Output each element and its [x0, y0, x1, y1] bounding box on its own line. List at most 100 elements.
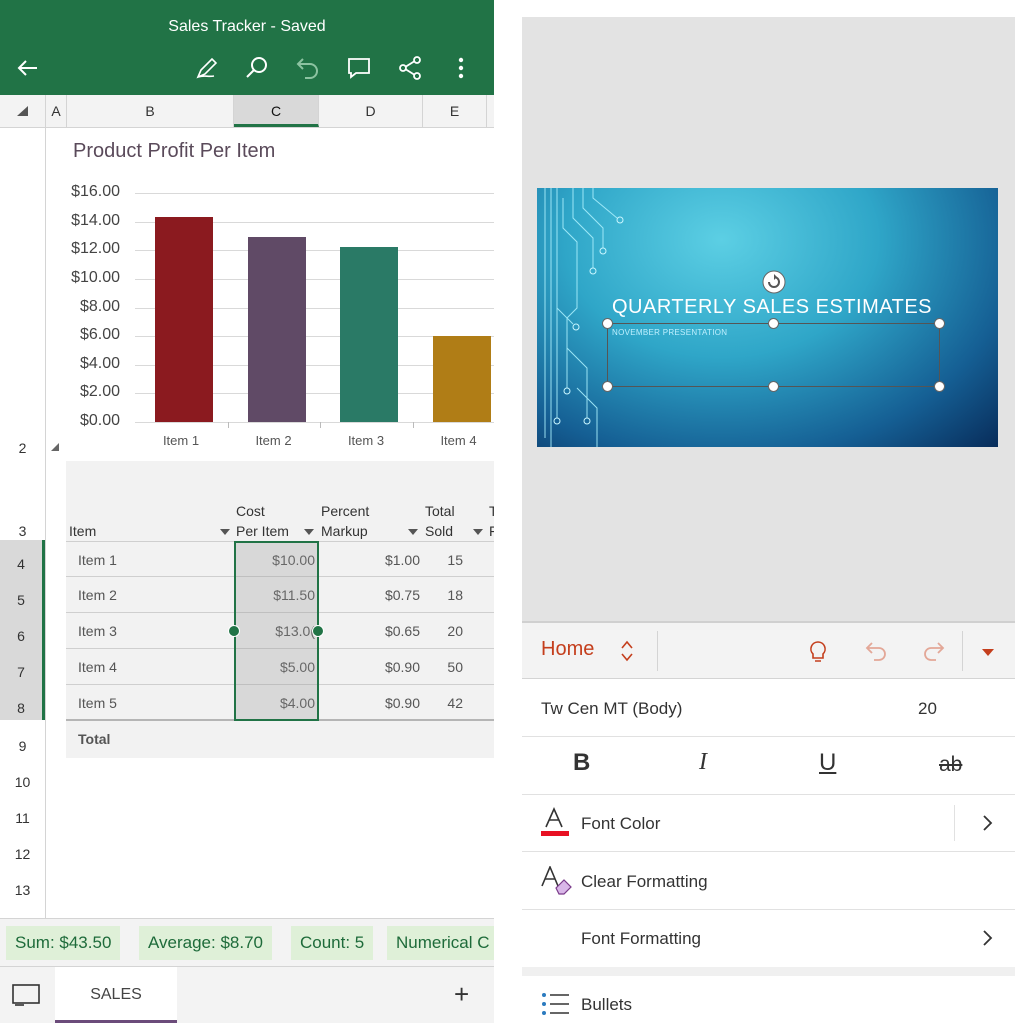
underline-button[interactable]: U: [819, 749, 836, 777]
select-all-corner[interactable]: [0, 95, 46, 127]
row-header-9[interactable]: 9: [0, 738, 45, 754]
cell-selection[interactable]: [234, 541, 319, 721]
status-sum[interactable]: Sum: $43.50: [6, 926, 121, 960]
resize-handle[interactable]: [768, 381, 779, 392]
cell-total-label: Total: [78, 731, 111, 747]
profit-chart[interactable]: Product Profit Per Item $16.00 $14.00 $12.…: [47, 129, 494, 461]
x-tick-label: Item 4: [440, 433, 477, 448]
search-icon[interactable]: [243, 54, 271, 82]
rotate-handle-icon[interactable]: [761, 269, 787, 295]
resize-handle[interactable]: [768, 318, 779, 329]
resize-handle[interactable]: [934, 381, 945, 392]
cell-markup: $0.90: [384, 695, 420, 711]
column-header-e[interactable]: E: [423, 95, 487, 127]
resize-handle[interactable]: [602, 381, 613, 392]
cell-sold: 15: [447, 552, 463, 568]
ribbon-tab-home[interactable]: Home: [541, 638, 594, 661]
powerpoint-pane: QUARTERLY SALES ESTIMATES NOVEMBER PRESE…: [522, 0, 1015, 1023]
chart-bar[interactable]: [432, 336, 491, 422]
bullets-row[interactable]: Bullets: [522, 976, 1015, 1023]
row-header-13[interactable]: 13: [0, 882, 45, 898]
ribbon-separator: [962, 631, 963, 671]
back-arrow-icon[interactable]: [14, 54, 42, 82]
y-tick-label: $4.00: [79, 354, 120, 372]
clear-formatting-icon: [541, 866, 572, 895]
bold-button[interactable]: B: [573, 749, 590, 777]
tab-switch-icon[interactable]: [620, 639, 634, 663]
strikethrough-button[interactable]: ab: [939, 753, 962, 777]
row-header-11[interactable]: 11: [0, 810, 45, 826]
font-color-icon: [541, 807, 569, 836]
filter-item-icon[interactable]: [220, 529, 230, 535]
filter-markup-icon[interactable]: [408, 529, 418, 535]
header-markup-line2[interactable]: Markup: [321, 521, 368, 541]
chart-bar[interactable]: [155, 217, 213, 422]
redo-icon[interactable]: [921, 639, 947, 665]
section-gap: [522, 967, 1015, 976]
font-name[interactable]: Tw Cen MT (Body): [541, 699, 682, 719]
row-header-8[interactable]: 8: [0, 684, 45, 720]
sheet-view-icon[interactable]: [12, 984, 40, 1008]
row-header-7[interactable]: 7: [0, 648, 45, 684]
font-color-row[interactable]: Font Color: [522, 795, 1015, 852]
y-tick-label: $2.00: [79, 383, 120, 401]
font-formatting-row[interactable]: Font Formatting: [522, 910, 1015, 967]
chart-bar[interactable]: [247, 237, 306, 422]
header-item[interactable]: Item: [69, 521, 96, 541]
header-sold-line2[interactable]: Sold: [425, 521, 453, 541]
font-size[interactable]: 20: [918, 699, 937, 719]
column-header-a[interactable]: A: [46, 95, 67, 127]
row-header-5[interactable]: 5: [0, 576, 45, 612]
slide-canvas[interactable]: QUARTERLY SALES ESTIMATES NOVEMBER PRESE…: [522, 17, 1015, 621]
header-cost-line1: Cost: [236, 503, 265, 519]
status-numerical-count[interactable]: Numerical C: [387, 926, 494, 960]
row-header-10[interactable]: 10: [0, 774, 45, 790]
header-cost-line2[interactable]: Per Item: [236, 521, 289, 541]
chart-bar[interactable]: [340, 247, 398, 422]
y-tick-label: $0.00: [79, 412, 120, 429]
total-row[interactable]: Total: [66, 721, 494, 757]
chevron-right-icon[interactable]: [977, 928, 997, 948]
resize-handle[interactable]: [934, 318, 945, 329]
row-headers: 2 3 4 5 6 7 8 9 10 11 12 13: [0, 128, 46, 918]
status-count[interactable]: Count: 5: [291, 926, 374, 960]
lightbulb-icon[interactable]: [805, 639, 831, 665]
row-header-12[interactable]: 12: [0, 846, 45, 862]
add-sheet-button[interactable]: +: [454, 979, 469, 1010]
cell-markup: $0.75: [384, 587, 420, 603]
cell-sold: 18: [447, 587, 463, 603]
tab-sales[interactable]: SALES: [55, 967, 177, 1023]
filter-sold-icon[interactable]: [473, 529, 483, 535]
resize-handle[interactable]: [602, 318, 613, 329]
column-header-b[interactable]: B: [67, 95, 234, 127]
selection-handle-left[interactable]: [228, 625, 240, 637]
column-a-strip: [47, 461, 66, 758]
collapse-ribbon-icon[interactable]: [982, 649, 994, 657]
pen-icon[interactable]: [193, 54, 221, 82]
chart-resize-icon[interactable]: [50, 442, 60, 452]
column-header-d[interactable]: D: [319, 95, 423, 127]
column-header-c[interactable]: C: [234, 95, 319, 127]
undo-icon[interactable]: [863, 639, 889, 665]
text-selection-box[interactable]: [607, 323, 940, 387]
status-average[interactable]: Average: $8.70: [139, 926, 272, 960]
filter-cost-icon[interactable]: [304, 529, 314, 535]
chevron-right-icon[interactable]: [977, 813, 997, 833]
slide-title[interactable]: QUARTERLY SALES ESTIMATES: [612, 296, 932, 319]
share-icon[interactable]: [396, 54, 424, 82]
selection-handle-right[interactable]: [312, 625, 324, 637]
font-row[interactable]: Tw Cen MT (Body) 20: [522, 680, 1015, 737]
italic-button[interactable]: I: [699, 749, 707, 776]
row-header-6[interactable]: 6: [0, 612, 45, 648]
slide-thumbnail[interactable]: QUARTERLY SALES ESTIMATES NOVEMBER PRESE…: [537, 188, 998, 447]
row-header-4[interactable]: 4: [0, 540, 45, 576]
y-tick-label: $10.00: [71, 268, 120, 286]
more-icon[interactable]: [447, 54, 475, 82]
comment-icon[interactable]: [345, 54, 373, 82]
row-header-2[interactable]: 2: [0, 440, 45, 456]
format-buttons-row: B I U ab: [522, 737, 1015, 795]
workbook-title: Sales Tracker - Saved: [168, 18, 326, 35]
clear-formatting-row[interactable]: Clear Formatting: [522, 852, 1015, 910]
undo-icon[interactable]: [294, 54, 322, 82]
row-header-3[interactable]: 3: [0, 523, 45, 539]
